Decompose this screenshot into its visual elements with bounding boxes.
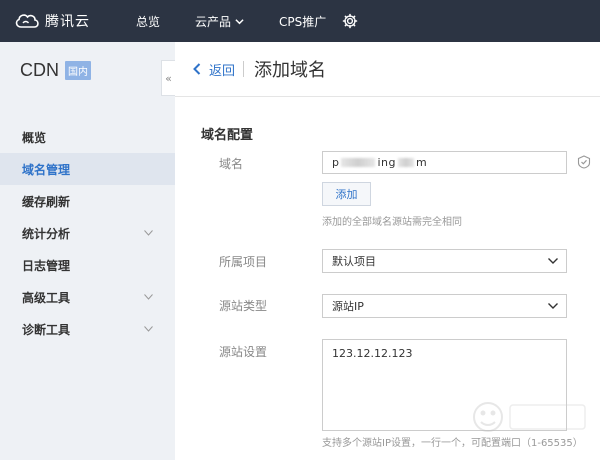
sidebar-item-label: 诊断工具 — [22, 322, 71, 337]
gear-icon[interactable] — [342, 13, 358, 29]
sidebar-item-label: 统计分析 — [22, 226, 71, 241]
chevron-down-icon — [144, 294, 153, 300]
sidebar-item-label: 高级工具 — [22, 290, 71, 305]
sidebar-item-cache-refresh[interactable]: 缓存刷新 — [0, 185, 175, 217]
nav-cloud-products[interactable]: 云产品 — [195, 13, 244, 30]
sidebar-item-advanced-tools[interactable]: 高级工具 — [0, 281, 175, 313]
top-nav-bar: 腾讯云 总览 云产品 CPS推广 — [0, 0, 600, 42]
page-header: 返回 添加域名 — [175, 42, 600, 97]
chevron-down-icon — [548, 303, 558, 309]
domain-label: 域名 — [219, 157, 244, 171]
sidebar-header: CDN 国内 — [0, 42, 175, 98]
watermark-logo — [473, 402, 586, 432]
header-divider — [243, 61, 245, 77]
origin-type-label: 源站类型 — [219, 299, 268, 313]
product-title: CDN — [20, 59, 59, 80]
sidebar-item-domain-management[interactable]: 域名管理 — [0, 153, 175, 185]
nav-overview[interactable]: 总览 — [136, 13, 160, 30]
cloud-logo-icon — [15, 14, 39, 28]
origin-type-select[interactable]: 源站IP — [322, 294, 567, 318]
sidebar-item-label: 域名管理 — [22, 162, 71, 177]
sidebar-item-label: 概览 — [22, 130, 47, 145]
back-link[interactable]: 返回 — [193, 60, 235, 79]
project-selected-value: 默认项目 — [332, 255, 376, 268]
chevron-down-icon — [548, 258, 558, 264]
brand-logo[interactable]: 腾讯云 — [14, 11, 136, 31]
section-title: 域名配置 — [201, 128, 254, 143]
domain-value-suffix: m — [416, 156, 428, 169]
sidebar-item-label: 日志管理 — [22, 258, 71, 273]
add-domain-button[interactable]: 添加 — [322, 182, 371, 206]
shield-check-icon — [577, 155, 591, 169]
chevron-down-icon — [144, 326, 153, 332]
domain-input[interactable]: p ing m — [322, 151, 567, 174]
sidebar-collapse-button[interactable]: « — [161, 60, 175, 96]
brand-name: 腾讯云 — [45, 14, 90, 30]
chevron-down-icon — [235, 19, 244, 25]
project-label: 所属项目 — [219, 255, 268, 269]
region-badge: 国内 — [65, 60, 91, 80]
domain-value-prefix: p — [332, 156, 340, 169]
chevron-left-icon — [193, 63, 201, 75]
nav-cps[interactable]: CPS推广 — [279, 13, 326, 30]
sidebar-item-log-management[interactable]: 日志管理 — [0, 249, 175, 281]
sidebar-item-label: 缓存刷新 — [22, 194, 71, 209]
project-select[interactable]: 默认项目 — [322, 249, 567, 273]
redacted-text — [398, 158, 414, 167]
back-label: 返回 — [209, 63, 236, 79]
domain-hint: 添加的全部域名源站需完全相同 — [322, 217, 462, 228]
sidebar-item-diagnostic-tools[interactable]: 诊断工具 — [0, 313, 175, 345]
sidebar-item-overview[interactable]: 概览 — [0, 121, 175, 153]
origin-type-selected-value: 源站IP — [332, 300, 364, 313]
domain-value-middle: ing — [377, 156, 396, 169]
page-title: 添加域名 — [254, 60, 327, 81]
redacted-text — [341, 158, 376, 167]
sidebar: CDN 国内 概览 域名管理 缓存刷新 统计分析 日志管理 高级工具 诊断工具 — [0, 42, 175, 460]
sidebar-item-statistics[interactable]: 统计分析 — [0, 217, 175, 249]
origin-settings-label: 源站设置 — [219, 345, 268, 359]
sidebar-menu: 概览 域名管理 缓存刷新 统计分析 日志管理 高级工具 诊断工具 — [0, 121, 175, 345]
chevron-down-icon — [144, 230, 153, 236]
nav-cloud-products-label: 云产品 — [195, 15, 232, 29]
